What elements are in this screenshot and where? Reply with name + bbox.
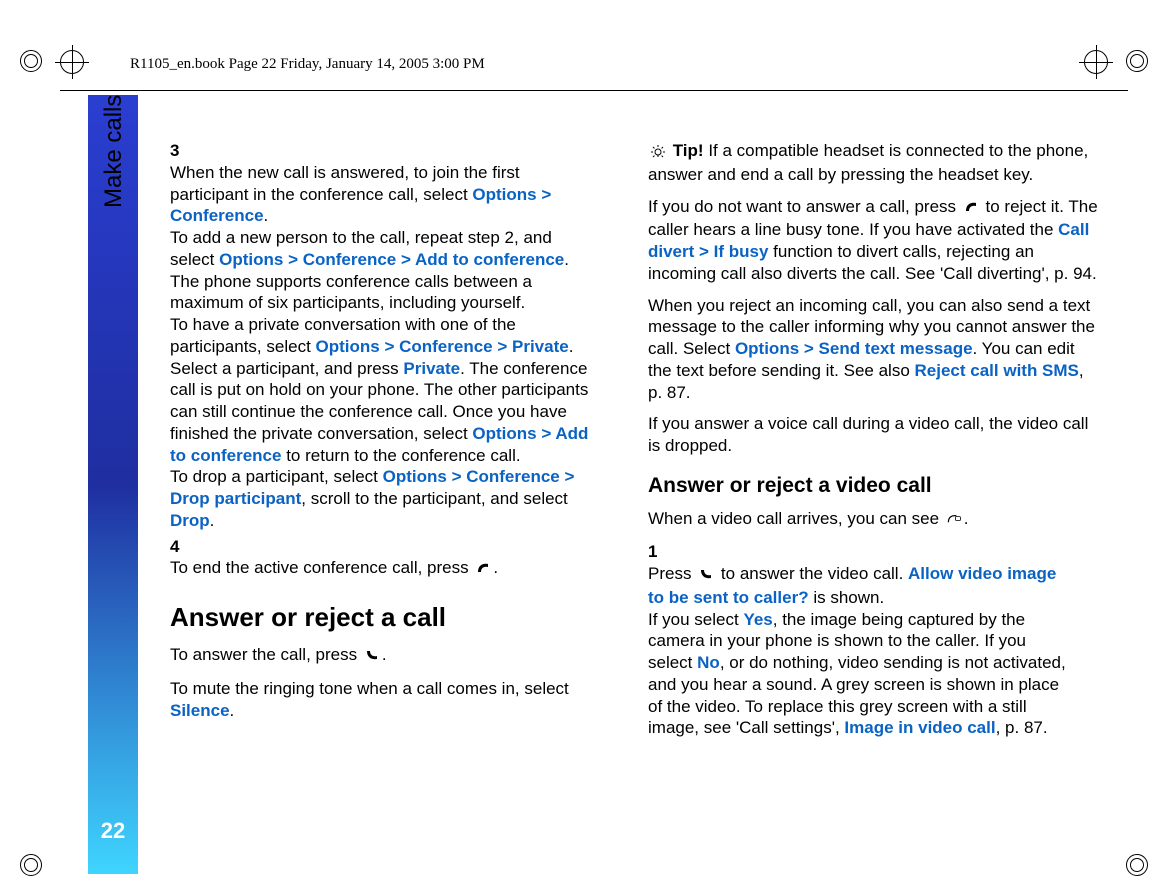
end-key-icon <box>475 559 491 581</box>
text: , p. 87. <box>996 718 1048 737</box>
crop-cross-top-left <box>60 50 84 74</box>
paragraph: If you answer a voice call during a vide… <box>648 413 1098 457</box>
paragraph: When a video call arrives, you can see . <box>648 508 1098 532</box>
text: To end the active conference call, press <box>170 558 473 577</box>
crop-mark-bottom-right <box>1126 854 1148 876</box>
text: When a video call arrives, you can see <box>648 509 944 528</box>
menu-path: Image in video call <box>844 718 995 737</box>
text: If a compatible headset is connected to … <box>648 141 1088 184</box>
page-rule-top <box>60 90 1128 91</box>
menu-path: Options > Conference > Add to conference <box>219 250 564 269</box>
tip-label: Tip! <box>673 141 704 160</box>
paragraph: To mute the ringing tone when a call com… <box>170 678 620 722</box>
body-text: 3 When the new call is answered, to join… <box>170 140 1098 856</box>
menu-path: Options > Send text message <box>735 339 973 358</box>
menu-path: Options > Conference > Private <box>316 337 569 356</box>
paragraph: When you reject an incoming call, you ca… <box>648 295 1098 404</box>
call-key-icon <box>364 646 380 668</box>
side-tab: 22 <box>88 95 138 874</box>
text: to return to the conference call. <box>281 446 520 465</box>
list-item: 4 To end the active conference call, pre… <box>170 536 620 582</box>
tip-paragraph: Tip! If a compatible headset is connecte… <box>648 140 1098 186</box>
text: If you do not want to answer a call, pre… <box>648 197 961 216</box>
tip-icon <box>650 142 666 164</box>
menu-path: Private <box>403 359 460 378</box>
step-number: 3 <box>170 140 192 162</box>
option-yes: Yes <box>743 610 772 629</box>
heading-video-call: Answer or reject a video call <box>648 473 1098 500</box>
option-no: No <box>697 653 720 672</box>
paragraph: To answer the call, press . <box>170 644 620 668</box>
running-head: R1105_en.book Page 22 Friday, January 14… <box>130 56 485 73</box>
crop-cross-top-right <box>1084 50 1108 74</box>
crop-mark-top-left <box>20 50 42 72</box>
text: , scroll to the participant, and select <box>301 489 567 508</box>
text: If you select <box>648 610 743 629</box>
page-number: 22 <box>101 818 125 844</box>
menu-path: Reject call with SMS <box>915 361 1079 380</box>
menu-path: Silence <box>170 701 230 720</box>
crop-mark-bottom-left <box>20 854 42 876</box>
text: To mute the ringing tone when a call com… <box>170 679 569 698</box>
step-number: 4 <box>170 536 192 558</box>
list-item: 3 When the new call is answered, to join… <box>170 140 620 532</box>
end-key-icon <box>963 198 979 220</box>
text: is shown. <box>809 588 885 607</box>
heading-answer-reject: Answer or reject a call <box>170 601 620 634</box>
video-call-icon <box>946 510 962 532</box>
call-key-icon <box>698 565 714 587</box>
crop-mark-top-right <box>1126 50 1148 72</box>
text: to answer the video call. <box>721 564 908 583</box>
paragraph: If you do not want to answer a call, pre… <box>648 196 1098 285</box>
step-number: 1 <box>648 541 670 563</box>
text: To drop a participant, select <box>170 467 383 486</box>
menu-path: Drop <box>170 511 210 530</box>
text: Press <box>648 564 696 583</box>
list-item: 1 Press to answer the video call. Allow … <box>648 541 1098 739</box>
text: To answer the call, press <box>170 645 362 664</box>
text: When the new call is answered, to join t… <box>170 163 520 204</box>
